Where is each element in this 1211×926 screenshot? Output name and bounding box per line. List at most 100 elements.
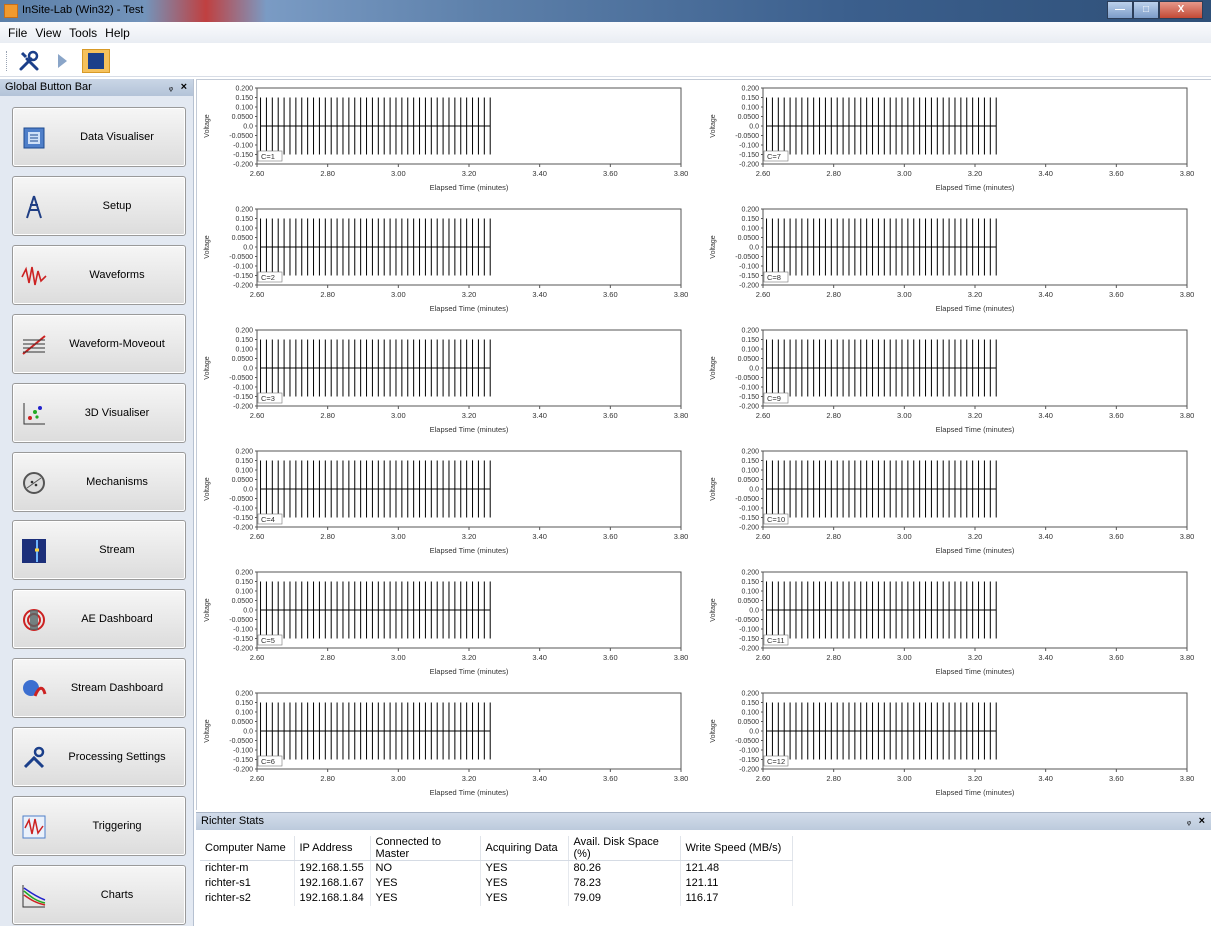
- table-row[interactable]: richter-s2 192.168.1.84 YES YES 79.09 11…: [200, 890, 793, 906]
- y-tick-label: 0.0: [243, 124, 253, 131]
- x-tick-label: 3.20: [462, 774, 477, 783]
- x-tick-label: 3.60: [1109, 774, 1124, 783]
- waveform-chart[interactable]: 0.200 0.150 0.100 0.0500 0.0 -0.0500 -0.100 -0.…: [703, 568, 1203, 687]
- y-tick-label: -0.0500: [229, 738, 253, 745]
- y-tick-label: 0.200: [741, 449, 759, 456]
- column-header[interactable]: Acquiring Data: [480, 836, 569, 861]
- y-tick-label: -0.0500: [735, 375, 759, 382]
- channel-label: C=4: [261, 515, 275, 524]
- table-cell: 192.168.1.55: [294, 860, 371, 876]
- y-tick-label: 0.0: [243, 729, 253, 736]
- ae-dashboard-button[interactable]: AE Dashboard: [12, 589, 186, 650]
- button-label: Waveforms: [89, 268, 145, 281]
- y-tick-label: 0.150: [741, 700, 759, 707]
- close-panel-icon[interactable]: ×: [181, 79, 187, 96]
- play-button[interactable]: [53, 49, 71, 73]
- x-tick-label: 3.80: [1180, 290, 1195, 299]
- column-header[interactable]: IP Address: [294, 836, 371, 861]
- x-tick-label: 3.40: [532, 290, 547, 299]
- processing-settings-button[interactable]: Processing Settings: [12, 727, 186, 788]
- y-tick-label: 0.0500: [232, 235, 254, 242]
- column-header[interactable]: Avail. Disk Space (%): [568, 836, 681, 861]
- table-row[interactable]: richter-m 192.168.1.55 NO YES 80.26 121.…: [200, 860, 793, 876]
- button-label: Setup: [102, 199, 132, 212]
- data-visualiser-button[interactable]: Data Visualiser: [12, 107, 186, 167]
- x-tick-label: 2.60: [250, 774, 265, 783]
- 3d-visualiser-button[interactable]: 3D Visualiser: [12, 382, 186, 443]
- close-panel-icon[interactable]: ×: [1199, 813, 1205, 830]
- x-tick-label: 3.60: [603, 653, 618, 662]
- mechanisms-button[interactable]: Mechanisms: [12, 451, 186, 512]
- waveform-chart[interactable]: 0.200 0.150 0.100 0.0500 0.0 -0.0500 -0.100 -0.…: [703, 84, 1203, 203]
- pin-icon[interactable]: ᵩ: [1187, 813, 1191, 830]
- y-tick-label: -0.200: [233, 767, 253, 774]
- x-axis-label: Elapsed Time (minutes): [430, 183, 509, 192]
- x-tick-label: 2.80: [320, 774, 335, 783]
- x-tick-label: 3.40: [1038, 532, 1053, 541]
- y-tick-label: 0.150: [741, 579, 759, 586]
- waveform-chart[interactable]: 0.200 0.150 0.100 0.0500 0.0 -0.0500 -0.100 -0.…: [703, 689, 1203, 808]
- channel-label: C=5: [261, 636, 275, 645]
- waveform-chart[interactable]: 0.200 0.150 0.100 0.0500 0.0 -0.0500 -0.100 -0.…: [197, 689, 697, 808]
- column-header[interactable]: Connected to Master: [370, 836, 481, 861]
- x-tick-label: 3.20: [968, 653, 983, 662]
- y-tick-label: 0.200: [235, 86, 253, 93]
- waveform-chart[interactable]: 0.200 0.150 0.100 0.0500 0.0 -0.0500 -0.100 -0.…: [703, 447, 1203, 566]
- y-tick-label: 0.0500: [738, 477, 760, 484]
- stream-button[interactable]: Stream: [12, 520, 186, 581]
- chart-svg: 0.200 0.150 0.100 0.0500 0.0 -0.0500 -0.100 -0.…: [204, 570, 688, 677]
- menu-tools[interactable]: Tools: [65, 26, 101, 40]
- stream-icon: [21, 538, 47, 564]
- y-axis-label: Voltage: [710, 598, 717, 621]
- close-button[interactable]: X: [1159, 1, 1203, 19]
- waveform-chart[interactable]: 0.200 0.150 0.100 0.0500 0.0 -0.0500 -0.100 -0.…: [197, 326, 697, 445]
- stats-table: Computer Name IP Address Connected to Ma…: [200, 836, 793, 906]
- charts-button[interactable]: Charts: [12, 864, 186, 925]
- column-header[interactable]: Write Speed (MB/s): [680, 836, 793, 861]
- y-tick-label: 0.150: [741, 458, 759, 465]
- tools-button[interactable]: [16, 49, 42, 73]
- y-tick-label: 0.150: [741, 337, 759, 344]
- column-header[interactable]: Computer Name: [200, 836, 295, 861]
- table-row[interactable]: richter-s1 192.168.1.67 YES YES 78.23 12…: [200, 875, 793, 891]
- triggering-button[interactable]: Triggering: [12, 796, 186, 856]
- y-tick-label: 0.200: [741, 328, 759, 335]
- menu-help[interactable]: Help: [101, 26, 134, 40]
- y-tick-label: 0.0: [749, 366, 759, 373]
- y-tick-label: 0.200: [741, 691, 759, 698]
- toolbar: [0, 43, 1211, 77]
- setup-button[interactable]: Setup: [12, 175, 186, 236]
- menu-file[interactable]: File: [4, 26, 31, 40]
- x-tick-label: 3.80: [1180, 532, 1195, 541]
- waveforms-button[interactable]: Waveforms: [12, 244, 186, 305]
- play-icon: [58, 54, 67, 68]
- y-tick-label: 0.150: [741, 216, 759, 223]
- y-tick-label: 0.0: [749, 124, 759, 131]
- waveform-moveout-button[interactable]: Waveform-Moveout: [12, 313, 186, 374]
- y-tick-label: -0.100: [739, 385, 759, 392]
- x-tick-label: 3.80: [674, 411, 689, 420]
- x-tick-label: 3.80: [674, 774, 689, 783]
- waveform-chart[interactable]: 0.200 0.150 0.100 0.0500 0.0 -0.0500 -0.100 -0.…: [197, 205, 697, 324]
- waveform-chart[interactable]: 0.200 0.150 0.100 0.0500 0.0 -0.0500 -0.100 -0.…: [703, 205, 1203, 324]
- x-axis-label: Elapsed Time (minutes): [936, 667, 1015, 676]
- y-tick-label: -0.200: [233, 404, 253, 411]
- pin-icon[interactable]: ᵩ: [169, 79, 173, 96]
- x-tick-label: 3.00: [391, 653, 406, 662]
- waveform-chart[interactable]: 0.200 0.150 0.100 0.0500 0.0 -0.0500 -0.100 -0.…: [197, 447, 697, 566]
- stop-button[interactable]: [82, 49, 110, 73]
- table-cell: 121.48: [680, 860, 793, 876]
- waveform-chart[interactable]: 0.200 0.150 0.100 0.0500 0.0 -0.0500 -0.100 -0.…: [197, 568, 697, 687]
- maximize-button[interactable]: □: [1133, 1, 1159, 19]
- waveform-chart[interactable]: 0.200 0.150 0.100 0.0500 0.0 -0.0500 -0.100 -0.…: [703, 326, 1203, 445]
- waveform-chart[interactable]: 0.200 0.150 0.100 0.0500 0.0 -0.0500 -0.100 -0.…: [197, 84, 697, 203]
- y-tick-label: -0.0500: [735, 254, 759, 261]
- x-tick-label: 3.00: [897, 290, 912, 299]
- y-tick-label: -0.150: [739, 757, 759, 764]
- button-label: Stream: [99, 544, 135, 557]
- menu-view[interactable]: View: [31, 26, 65, 40]
- toolbar-grip[interactable]: [6, 51, 8, 71]
- stream-dashboard-button[interactable]: Stream Dashboard: [12, 658, 186, 719]
- x-tick-label: 3.40: [532, 774, 547, 783]
- minimize-button[interactable]: —: [1107, 1, 1133, 19]
